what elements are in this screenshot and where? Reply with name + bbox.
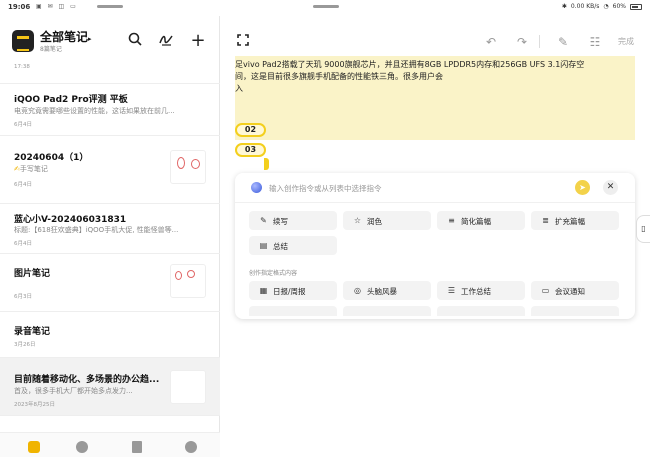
note-title: 蓝心小V-202406031831 xyxy=(14,215,127,225)
note-thumbnail-photo xyxy=(170,370,206,404)
profile-icon xyxy=(185,441,197,453)
cmd-polish[interactable]: ☆ 润色 xyxy=(343,211,431,230)
cmd-brainstorm[interactable]: ◎ 头脑风暴 xyxy=(343,281,431,300)
list-item[interactable]: 蓝心小V-202406031831 标题:【618狂欢盛典】iQOO手机大促, … xyxy=(0,204,220,254)
cmd-shorten[interactable]: ≡ 简化篇幅 xyxy=(437,211,525,230)
cmd-expand-text[interactable]: ≣ 扩充篇幅 xyxy=(531,211,619,230)
settings-icon[interactable]: ☷ xyxy=(587,34,603,50)
list-item[interactable]: 录音笔记 3月26日 xyxy=(0,312,220,358)
cmd-meeting[interactable]: ▭ 会议通知 xyxy=(531,281,619,300)
note-date: 2023年8月25日 xyxy=(14,402,55,408)
list-marker-02[interactable]: 02 xyxy=(235,123,266,137)
close-icon[interactable]: ✕ xyxy=(603,180,618,195)
note-snippet: 标题:【618狂欢盛典】iQOO手机大促, 性能怪兽等... xyxy=(14,226,179,234)
battery-icon xyxy=(630,3,642,10)
status-right: ✱ 0.00 KB/s ◔ 60% xyxy=(562,3,642,10)
nav-profile[interactable]: 我的 xyxy=(171,441,211,457)
text-cursor xyxy=(264,158,269,170)
wifi-icon: ◔ xyxy=(603,3,609,10)
note-title: 20240604（1） xyxy=(14,153,89,163)
note-date: 6月3日 xyxy=(14,294,32,300)
list-item[interactable]: 图片笔记 6月3日 xyxy=(0,254,220,312)
cmd-partial[interactable] xyxy=(343,306,431,316)
cmd-report[interactable]: ▦ 日报/周报 xyxy=(249,281,337,300)
note-count: 8篇笔记 xyxy=(40,46,62,53)
ai-spark-icon xyxy=(251,182,262,193)
highlighted-paragraph[interactable]: 足vivo Pad2搭载了天玑 9000旗舰芯片，并且还拥有8GB LPDDR5… xyxy=(235,56,635,140)
note-snippet: ✍手写笔记 xyxy=(14,165,48,173)
note-title: 图片笔记 xyxy=(14,269,51,279)
meeting-icon: ▭ xyxy=(541,286,550,295)
cmd-partial[interactable] xyxy=(531,306,619,316)
sidebar-header: 全部笔记▸ 8篇笔记 + xyxy=(0,16,220,62)
send-icon[interactable]: ➤ xyxy=(575,180,590,195)
report-icon: ▦ xyxy=(259,286,268,295)
section-label: 创作指定格式内容 xyxy=(249,270,298,277)
signature-icon[interactable] xyxy=(157,32,175,50)
redo-icon[interactable]: ↷ xyxy=(514,34,530,50)
polish-icon: ☆ xyxy=(353,216,362,225)
note-icon xyxy=(28,441,40,453)
list-item[interactable]: 17:38 xyxy=(0,62,220,84)
pen-icon[interactable]: ✎ xyxy=(555,34,571,50)
todo-icon xyxy=(76,441,88,453)
bluetooth-icon: ✱ xyxy=(561,3,567,10)
drag-handle-right[interactable] xyxy=(313,5,339,8)
list-item-selected[interactable]: 目前随着移动化、多场景的办公趋... 首及，很多手机大厂都开始多点发力... 2… xyxy=(0,358,220,416)
list-marker-03[interactable]: 03 xyxy=(235,143,266,157)
cmd-summary[interactable]: ▤ 总结 xyxy=(249,236,337,255)
bottom-nav: 笔记 待办 文档 我的 xyxy=(0,432,220,457)
brainstorm-icon: ◎ xyxy=(354,286,361,295)
add-note-icon[interactable]: + xyxy=(189,32,207,50)
summary-icon: ▤ xyxy=(259,241,268,250)
expand-icon[interactable] xyxy=(235,34,251,50)
network-speed: 0.00 KB/s xyxy=(570,3,600,10)
note-title: iQOO Pad2 Pro评测 平板 xyxy=(14,95,128,105)
notes-sidebar: 全部笔记▸ 8篇笔记 + 17:38 iQOO Pad2 Pro评测 平板 电竞… xyxy=(0,16,220,457)
note-thumbnail xyxy=(170,264,206,298)
nav-notes[interactable]: 笔记 xyxy=(14,441,54,457)
list-item[interactable]: 20240604（1） ✍手写笔记 6月4日 xyxy=(0,136,220,204)
toolbar-divider xyxy=(539,35,540,48)
ai-assistant-panel: 输入创作指令或从列表中选择指令 ➤ ✕ ✎ 续写 ☆ 润色 ≡ 简化篇幅 ≣ 扩… xyxy=(235,173,635,319)
cmd-partial[interactable] xyxy=(249,306,337,316)
notes-app-logo-icon xyxy=(12,30,34,52)
status-time: 19:06 xyxy=(8,3,31,11)
search-icon[interactable] xyxy=(126,32,144,50)
drag-handle-left[interactable] xyxy=(97,5,123,8)
battery-percent: 60% xyxy=(612,3,626,10)
document-icon xyxy=(132,441,142,453)
continue-writing-icon: ✎ xyxy=(260,216,267,225)
note-snippet: 电竞究竟需要哪些设置的性能，这话如果放在前几... xyxy=(14,107,175,115)
side-panel-tab[interactable]: ▯ xyxy=(636,215,650,243)
nav-documents[interactable]: 文档 xyxy=(117,441,157,457)
undo-icon[interactable]: ↶ xyxy=(483,34,499,50)
note-thumbnail xyxy=(170,150,206,184)
note-date: 6月4日 xyxy=(14,182,32,188)
note-date: 3月26日 xyxy=(14,342,36,348)
cmd-work-summary[interactable]: ☰ 工作总结 xyxy=(437,281,525,300)
expand-text-icon: ≣ xyxy=(542,216,549,225)
shorten-icon: ≡ xyxy=(448,216,455,225)
note-editor: ↶ ↷ ✎ ☷ 完成 足vivo Pad2搭载了天玑 9000旗舰芯片，并且还拥… xyxy=(221,16,650,457)
note-date: 6月4日 xyxy=(14,241,32,247)
work-summary-icon: ☰ xyxy=(447,286,456,295)
cmd-partial[interactable] xyxy=(437,306,525,316)
cmd-continue-writing[interactable]: ✎ 续写 xyxy=(249,211,337,230)
folder-selector[interactable]: 全部笔记▸ xyxy=(40,28,92,45)
done-button[interactable]: 完成 xyxy=(618,36,634,47)
note-date: 6月4日 xyxy=(14,122,32,128)
status-bar: 19:06 ▣ ✉ ◫ ▭ ✱ 0.00 KB/s ◔ 60% xyxy=(0,0,650,16)
nav-todo[interactable]: 待办 xyxy=(62,441,102,457)
status-notification-icons: ▣ ✉ ◫ ▭ xyxy=(36,3,78,10)
note-title: 目前随着移动化、多场景的办公趋... xyxy=(14,375,160,385)
note-list: 17:38 iQOO Pad2 Pro评测 平板 电竞究竟需要哪些设置的性能，这… xyxy=(0,62,220,432)
note-snippet: 首及，很多手机大厂都开始多点发力... xyxy=(14,387,133,395)
list-item[interactable]: iQOO Pad2 Pro评测 平板 电竞究竟需要哪些设置的性能，这话如果放在前… xyxy=(0,84,220,136)
ai-input-placeholder: 输入创作指令或从列表中选择指令 xyxy=(269,184,382,193)
paragraph-text: 足vivo Pad2搭载了天玑 9000旗舰芯片，并且还拥有8GB LPDDR5… xyxy=(235,60,585,93)
note-title: 录音笔记 xyxy=(14,327,51,337)
ai-prompt-input[interactable]: 输入创作指令或从列表中选择指令 ➤ ✕ xyxy=(235,173,635,203)
note-date: 17:38 xyxy=(14,64,30,70)
